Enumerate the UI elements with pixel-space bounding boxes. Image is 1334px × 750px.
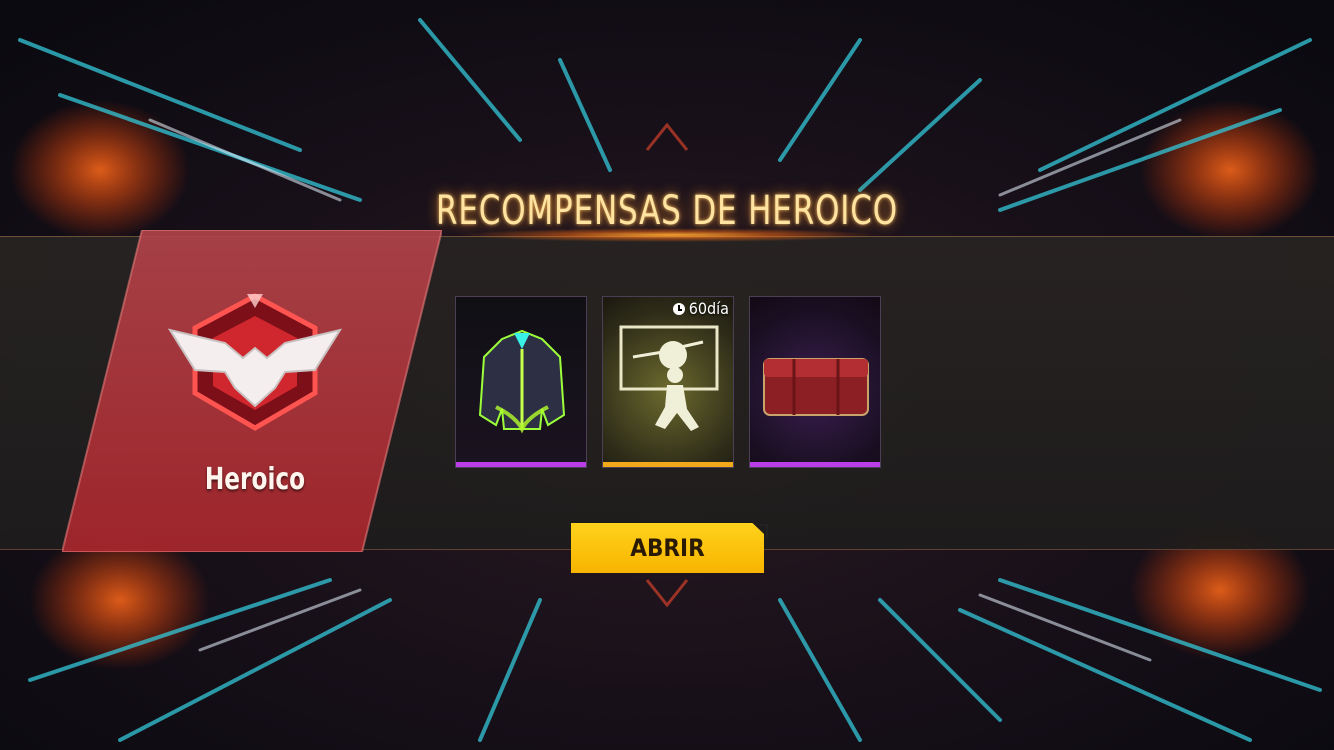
button-corner-accent [760,524,768,538]
open-button[interactable]: ABRIR [571,523,764,573]
clock-icon [672,302,685,315]
emote-poster-icon [619,325,719,431]
reward-card-emote[interactable]: 60día [602,296,734,468]
timer-badge: 60día [672,299,729,318]
timer-text: 60día [688,299,729,318]
eagle-rank-emblem-icon [167,293,343,431]
rarity-bar [456,462,586,467]
reward-card-jacket[interactable] [455,296,587,468]
rarity-bar [750,462,880,467]
jacket-icon [478,329,566,434]
crate-icon [763,358,869,416]
page-title: RECOMPENSAS DE HEROICO [436,188,898,234]
reward-card-crate[interactable] [749,296,881,468]
rarity-bar [603,462,733,467]
rank-name: Heroico [204,462,306,497]
